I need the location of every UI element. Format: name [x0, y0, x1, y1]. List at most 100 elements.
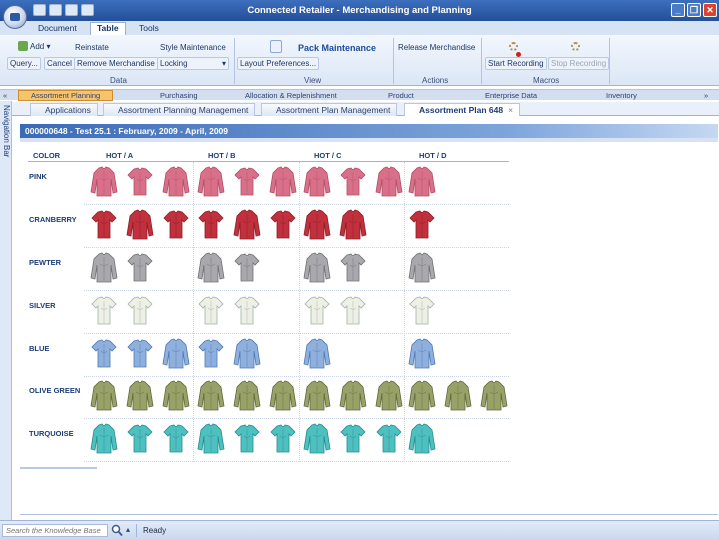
style-maintenance-button[interactable]: Style Maintenance: [160, 43, 226, 52]
long-sleeve-top-thumbnail[interactable]: [302, 379, 332, 412]
long-sleeve-top-thumbnail[interactable]: [302, 422, 332, 455]
tee-thumbnail[interactable]: [232, 251, 262, 284]
long-sleeve-top-thumbnail[interactable]: [268, 165, 298, 198]
tee-thumbnail[interactable]: [89, 208, 119, 241]
long-sleeve-top-thumbnail[interactable]: [407, 337, 437, 370]
reinstate-button[interactable]: Reinstate: [75, 43, 109, 52]
module-allocation-replenishment[interactable]: Allocation & Replenishment: [245, 91, 337, 100]
knowledge-base-search-input[interactable]: [2, 524, 108, 537]
tee-thumbnail[interactable]: [125, 294, 155, 327]
pack-maintenance-label[interactable]: Pack Maintenance: [298, 43, 376, 53]
long-sleeve-top-thumbnail[interactable]: [479, 379, 509, 412]
tee-thumbnail[interactable]: [338, 251, 368, 284]
query-button[interactable]: Query...: [7, 57, 41, 70]
close-button[interactable]: ✕: [703, 3, 717, 17]
layout-preferences-button[interactable]: Layout Preferences...: [237, 57, 320, 70]
tab-document[interactable]: Document: [38, 23, 77, 33]
long-sleeve-top-thumbnail[interactable]: [338, 379, 368, 412]
long-sleeve-top-thumbnail[interactable]: [89, 422, 119, 455]
minimize-button[interactable]: _: [671, 3, 685, 17]
long-sleeve-top-thumbnail[interactable]: [196, 251, 226, 284]
long-sleeve-top-thumbnail[interactable]: [125, 208, 155, 241]
tee-thumbnail[interactable]: [302, 294, 332, 327]
long-sleeve-top-thumbnail[interactable]: [407, 379, 437, 412]
tee-thumbnail[interactable]: [338, 294, 368, 327]
tab-applications[interactable]: Applications: [30, 103, 98, 116]
start-recording-button[interactable]: Start Recording: [485, 57, 547, 70]
tee-thumbnail[interactable]: [407, 208, 437, 241]
tee-thumbnail[interactable]: [196, 294, 226, 327]
tab-assortment-plan-management[interactable]: Assortment Plan Management: [261, 103, 398, 116]
color-label: CRANBERRY: [29, 215, 77, 224]
module-product[interactable]: Product: [388, 91, 414, 100]
tee-thumbnail[interactable]: [161, 208, 191, 241]
tee-thumbnail[interactable]: [161, 422, 191, 455]
tee-thumbnail[interactable]: [338, 165, 368, 198]
module-scroll-right[interactable]: »: [704, 91, 708, 100]
tee-thumbnail[interactable]: [125, 251, 155, 284]
long-sleeve-top-thumbnail[interactable]: [196, 422, 226, 455]
long-sleeve-top-thumbnail[interactable]: [268, 379, 298, 412]
tee-thumbnail[interactable]: [196, 208, 226, 241]
tab-table[interactable]: Table: [90, 22, 126, 35]
long-sleeve-top-thumbnail[interactable]: [89, 165, 119, 198]
close-tab-icon[interactable]: ×: [508, 105, 513, 115]
tee-thumbnail[interactable]: [268, 422, 298, 455]
long-sleeve-top-thumbnail[interactable]: [302, 251, 332, 284]
long-sleeve-top-thumbnail[interactable]: [302, 337, 332, 370]
module-assortment-planning[interactable]: Assortment Planning: [18, 90, 114, 101]
tee-thumbnail[interactable]: [89, 337, 119, 370]
long-sleeve-top-thumbnail[interactable]: [232, 337, 262, 370]
long-sleeve-top-thumbnail[interactable]: [302, 208, 332, 241]
long-sleeve-top-thumbnail[interactable]: [338, 208, 368, 241]
locking-dropdown[interactable]: Locking ▾: [157, 57, 229, 70]
tee-thumbnail[interactable]: [125, 165, 155, 198]
long-sleeve-top-thumbnail[interactable]: [161, 379, 191, 412]
module-scroll-left[interactable]: «: [3, 91, 7, 100]
tee-thumbnail[interactable]: [125, 422, 155, 455]
long-sleeve-top-thumbnail[interactable]: [232, 208, 262, 241]
long-sleeve-top-thumbnail[interactable]: [374, 165, 404, 198]
long-sleeve-top-thumbnail[interactable]: [89, 251, 119, 284]
remove-merchandise-button[interactable]: Remove Merchandise: [74, 57, 158, 70]
tee-thumbnail[interactable]: [268, 208, 298, 241]
module-inventory[interactable]: Inventory: [606, 91, 637, 100]
chevron-up-icon[interactable]: ▴: [126, 525, 130, 534]
long-sleeve-top-thumbnail[interactable]: [89, 379, 119, 412]
long-sleeve-top-thumbnail[interactable]: [407, 251, 437, 284]
tab-tools[interactable]: Tools: [139, 23, 159, 33]
maximize-button[interactable]: ❐: [687, 3, 701, 17]
module-purchasing[interactable]: Purchasing: [160, 91, 198, 100]
application-menu-button[interactable]: [3, 5, 27, 29]
pack-maintenance-button[interactable]: [270, 40, 284, 53]
stop-recording-button[interactable]: Stop Recording: [548, 57, 610, 70]
long-sleeve-top-thumbnail[interactable]: [374, 379, 404, 412]
tee-thumbnail[interactable]: [125, 337, 155, 370]
tee-thumbnail[interactable]: [232, 294, 262, 327]
release-merchandise-button[interactable]: Release Merchandise: [398, 43, 475, 52]
tab-assortment-planning-management[interactable]: Assortment Planning Management: [103, 103, 256, 116]
add-button[interactable]: Add ▾: [18, 41, 50, 51]
long-sleeve-top-thumbnail[interactable]: [161, 165, 191, 198]
tee-thumbnail[interactable]: [89, 294, 119, 327]
tee-thumbnail[interactable]: [407, 294, 437, 327]
tee-thumbnail[interactable]: [232, 422, 262, 455]
module-enterprise-data[interactable]: Enterprise Data: [485, 91, 537, 100]
tee-thumbnail[interactable]: [196, 337, 226, 370]
tee-thumbnail[interactable]: [232, 165, 262, 198]
long-sleeve-top-thumbnail[interactable]: [232, 379, 262, 412]
long-sleeve-top-thumbnail[interactable]: [196, 165, 226, 198]
long-sleeve-top-thumbnail[interactable]: [407, 165, 437, 198]
search-icon[interactable]: [111, 524, 123, 537]
tee-thumbnail[interactable]: [374, 422, 404, 455]
long-sleeve-top-thumbnail[interactable]: [125, 379, 155, 412]
long-sleeve-top-thumbnail[interactable]: [443, 379, 473, 412]
long-sleeve-top-thumbnail[interactable]: [161, 337, 191, 370]
long-sleeve-top-thumbnail[interactable]: [302, 165, 332, 198]
tee-thumbnail[interactable]: [338, 422, 368, 455]
cancel-button[interactable]: Cancel: [44, 57, 75, 70]
tab-assortment-plan-648[interactable]: Assortment Plan 648 ×: [404, 103, 521, 116]
navigation-bar[interactable]: Navigation Bar: [0, 101, 12, 520]
long-sleeve-top-thumbnail[interactable]: [196, 379, 226, 412]
long-sleeve-top-thumbnail[interactable]: [407, 422, 437, 455]
